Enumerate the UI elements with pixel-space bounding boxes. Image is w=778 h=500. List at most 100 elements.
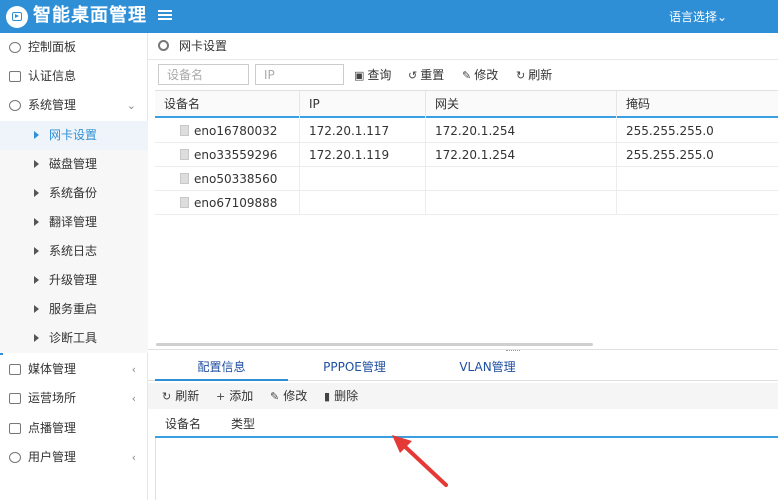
column-header-device[interactable]: 设备名 bbox=[155, 91, 300, 118]
table-header: 设备名 IP 网关 掩码 bbox=[155, 91, 778, 118]
caret-right-icon bbox=[34, 276, 39, 284]
sidebar-subitem-label: 升级管理 bbox=[49, 273, 98, 287]
column-header-device[interactable]: 设备名 bbox=[165, 410, 201, 438]
sidebar-subitem-restart[interactable]: 服务重启 bbox=[0, 295, 148, 324]
sidebar-item-media[interactable]: 媒体管理 ‹ bbox=[0, 355, 148, 384]
breadcrumb: 网卡设置 bbox=[148, 33, 778, 60]
main-panel: 网卡设置 ▣查询 ↺重置 ✎修改 ↻刷新 设备名 IP 网关 掩码 eno167… bbox=[148, 33, 778, 500]
horizontal-scrollbar[interactable] bbox=[156, 343, 593, 346]
table-row[interactable]: eno67109888 bbox=[155, 191, 778, 215]
column-header-mask[interactable]: 掩码 bbox=[617, 91, 778, 118]
cell-device: eno50338560 bbox=[185, 167, 300, 191]
menu-toggle-icon[interactable] bbox=[158, 8, 172, 24]
column-header-ip[interactable]: IP bbox=[300, 91, 426, 118]
sidebar-subitem-nic-settings[interactable]: 网卡设置 bbox=[0, 121, 148, 150]
device-name-input[interactable] bbox=[158, 64, 249, 85]
logo-icon bbox=[6, 6, 28, 28]
monitor-icon bbox=[9, 364, 21, 375]
sidebar-subitem-logs[interactable]: 系统日志 bbox=[0, 237, 148, 266]
cell-ip: 172.20.1.117 bbox=[300, 119, 426, 143]
sidebar-item-venues[interactable]: 运营场所 ‹ bbox=[0, 384, 148, 413]
column-header-type[interactable]: 类型 bbox=[231, 410, 255, 438]
sidebar-item-label: 系统管理 bbox=[28, 98, 77, 112]
sidebar-item-users[interactable]: 用户管理 ‹ bbox=[0, 443, 148, 472]
filter-toolbar: ▣查询 ↺重置 ✎修改 ↻刷新 bbox=[148, 61, 778, 89]
sidebar: 控制面板 认证信息 系统管理 ⌄ 网卡设置 磁盘管理 系统备份 翻译管理 系统日… bbox=[0, 33, 148, 500]
refresh-button[interactable]: ↻ 刷新 bbox=[516, 65, 552, 85]
annotation-arrow-icon bbox=[392, 435, 448, 487]
query-button-label: 查询 bbox=[367, 68, 392, 82]
edit-button-label: 修改 bbox=[474, 68, 499, 82]
sidebar-item-label: 认证信息 bbox=[28, 69, 77, 83]
chevron-left-icon: ‹ bbox=[131, 363, 136, 376]
detail-tabs: 配置信息 PPPOE管理 VLAN管理 bbox=[148, 353, 778, 381]
nic-table: 设备名 IP 网关 掩码 eno16780032 172.20.1.117 17… bbox=[155, 90, 778, 346]
cell-device: eno33559296 bbox=[185, 143, 300, 167]
sidebar-item-dashboard[interactable]: 控制面板 bbox=[0, 33, 148, 62]
reset-button[interactable]: ↺ 重置 bbox=[408, 65, 444, 85]
sidebar-subitem-disk[interactable]: 磁盘管理 bbox=[0, 150, 148, 179]
caret-right-icon bbox=[34, 218, 39, 226]
caret-right-icon bbox=[34, 189, 39, 197]
column-header-gateway[interactable]: 网关 bbox=[426, 91, 617, 118]
table-row[interactable]: eno50338560 bbox=[155, 167, 778, 191]
users-icon bbox=[9, 452, 21, 463]
delete-button[interactable]: ▮ 删除 bbox=[324, 386, 358, 406]
reset-button-label: 重置 bbox=[420, 68, 445, 82]
edit-icon: ✎ bbox=[270, 390, 280, 403]
cell-device: eno67109888 bbox=[185, 191, 300, 215]
detail-edit-label: 修改 bbox=[283, 389, 308, 403]
sidebar-item-auth-info[interactable]: 认证信息 bbox=[0, 62, 148, 91]
add-button-label: 添加 bbox=[229, 389, 254, 403]
tab-pppoe[interactable]: PPPOE管理 bbox=[288, 353, 421, 381]
table-row[interactable]: eno16780032 172.20.1.117 172.20.1.254 25… bbox=[155, 119, 778, 143]
sidebar-subitem-label: 系统日志 bbox=[49, 244, 98, 258]
cell-ip bbox=[300, 167, 426, 191]
sidebar-subitem-backup[interactable]: 系统备份 bbox=[0, 179, 148, 208]
sidebar-subitem-label: 翻译管理 bbox=[49, 215, 98, 229]
sidebar-subitem-label: 服务重启 bbox=[49, 302, 98, 316]
sidebar-item-label: 媒体管理 bbox=[28, 362, 77, 376]
chevron-down-icon: ⌄ bbox=[717, 10, 728, 24]
chevron-down-icon: ⌄ bbox=[126, 99, 136, 112]
detail-edit-button[interactable]: ✎ 修改 bbox=[270, 386, 307, 406]
trash-icon: ▮ bbox=[324, 390, 331, 403]
caret-right-icon bbox=[34, 131, 39, 139]
play-icon bbox=[9, 423, 21, 434]
ip-input[interactable] bbox=[255, 64, 344, 85]
sidebar-item-label: 运营场所 bbox=[28, 391, 77, 405]
caret-right-icon bbox=[34, 334, 39, 342]
cell-mask: 255.255.255.0 bbox=[626, 124, 714, 138]
id-card-icon bbox=[9, 71, 21, 82]
detail-refresh-button[interactable]: ↻ 刷新 bbox=[162, 386, 199, 406]
sidebar-subitem-label: 系统备份 bbox=[49, 186, 98, 200]
tab-config-info[interactable]: 配置信息 bbox=[155, 353, 288, 381]
cell-gateway bbox=[426, 167, 617, 191]
sidebar-item-system[interactable]: 系统管理 ⌄ bbox=[0, 91, 148, 120]
cell-gateway: 172.20.1.254 bbox=[426, 119, 617, 143]
sidebar-item-vod[interactable]: 点播管理 bbox=[0, 414, 148, 443]
sidebar-subitem-upgrade[interactable]: 升级管理 bbox=[0, 266, 148, 295]
language-select[interactable]: 语言选择⌄ bbox=[669, 9, 727, 25]
refresh-button-label: 刷新 bbox=[528, 68, 553, 82]
tab-vlan[interactable]: VLAN管理 bbox=[421, 353, 554, 381]
sidebar-item-label: 用户管理 bbox=[28, 450, 77, 464]
detail-toolbar: ↻ 刷新 + 添加 ✎ 修改 ▮ 删除 bbox=[148, 383, 778, 409]
edit-icon: ✎ bbox=[462, 69, 472, 82]
query-button[interactable]: ▣ 查询 bbox=[354, 65, 391, 85]
sidebar-subitem-label: 磁盘管理 bbox=[49, 157, 98, 171]
sidebar-subitem-translation[interactable]: 翻译管理 bbox=[0, 208, 148, 237]
reset-icon: ↺ bbox=[408, 69, 418, 82]
add-button[interactable]: + 添加 bbox=[216, 386, 253, 406]
cell-mask bbox=[617, 191, 778, 215]
sidebar-subitem-label: 诊断工具 bbox=[49, 331, 98, 345]
sidebar-subitem-diagnostics[interactable]: 诊断工具 bbox=[0, 324, 148, 353]
sidebar-item-label: 点播管理 bbox=[28, 421, 77, 435]
cell-mask bbox=[617, 167, 778, 191]
caret-right-icon bbox=[34, 160, 39, 168]
refresh-icon: ↻ bbox=[516, 69, 526, 82]
edit-button[interactable]: ✎ 修改 bbox=[462, 65, 498, 85]
building-icon bbox=[9, 393, 21, 404]
table-row[interactable]: eno33559296 172.20.1.119 172.20.1.254 25… bbox=[155, 143, 778, 167]
sidebar-subitem-label: 网卡设置 bbox=[49, 128, 98, 142]
